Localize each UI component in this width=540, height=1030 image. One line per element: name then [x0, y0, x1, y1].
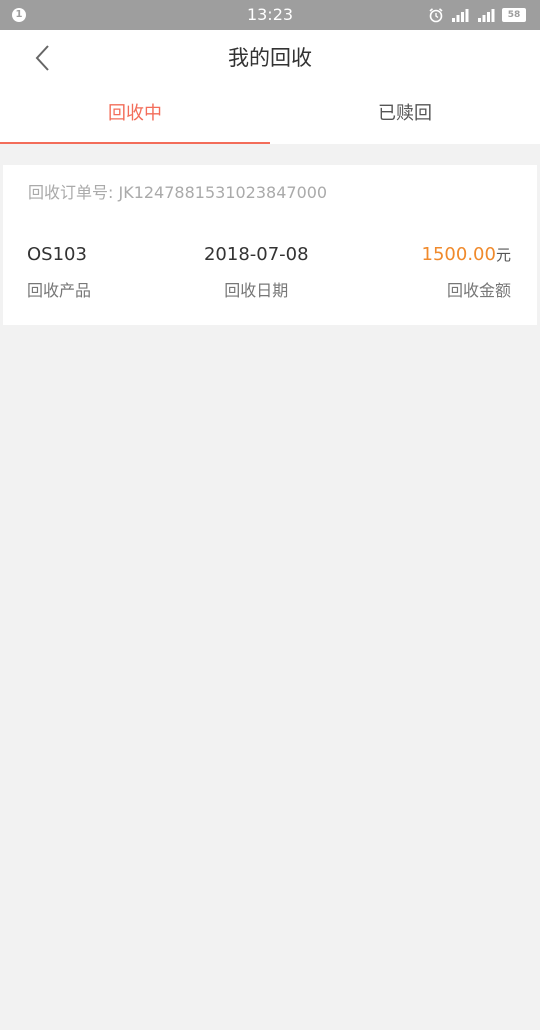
record-details: OS103 回收产品 2018-07-08 回收日期 1500.00元 回收金额 [27, 241, 511, 301]
recycle-record-card[interactable]: 回收订单号: JK1247881531023847000 OS103 回收产品 … [3, 165, 537, 325]
amount-column: 1500.00元 回收金额 [422, 241, 511, 301]
amount-label: 回收金额 [446, 281, 511, 300]
signal-icon [478, 9, 495, 22]
product-value: OS103 [27, 244, 87, 265]
date-label: 回收日期 [224, 281, 289, 300]
amount-value: 1500.00 [421, 244, 496, 265]
tab-recycling[interactable]: 回收中 [0, 86, 270, 144]
date-value: 2018-07-08 [203, 244, 309, 265]
alarm-icon [429, 8, 443, 23]
tab-active-indicator [0, 142, 270, 144]
battery-icon: 58 [502, 8, 526, 22]
order-number-label: 回收订单号: [28, 183, 119, 202]
order-number-value: JK1247881531023847000 [118, 183, 328, 202]
page-title: 我的回收 [228, 46, 312, 70]
status-bar: 1 13:23 58 [0, 0, 540, 30]
product-column: OS103 回收产品 [27, 241, 91, 301]
tab-recycling-label: 回收中 [108, 103, 162, 124]
tab-redeemed-label: 已赎回 [378, 103, 432, 124]
amount-row: 1500.00元 [422, 241, 511, 269]
tab-bar: 回收中 已赎回 [0, 86, 540, 144]
product-label: 回收产品 [27, 281, 92, 300]
date-column: 2018-07-08 回收日期 [204, 241, 309, 301]
amount-unit: 元 [495, 246, 511, 264]
status-icons: 58 [428, 6, 526, 24]
tab-redeemed[interactable]: 已赎回 [270, 86, 540, 144]
signal-4g-icon [452, 9, 469, 22]
order-number-row: 回收订单号: JK1247881531023847000 [28, 179, 327, 203]
nav-bar: 我的回收 [0, 30, 540, 86]
